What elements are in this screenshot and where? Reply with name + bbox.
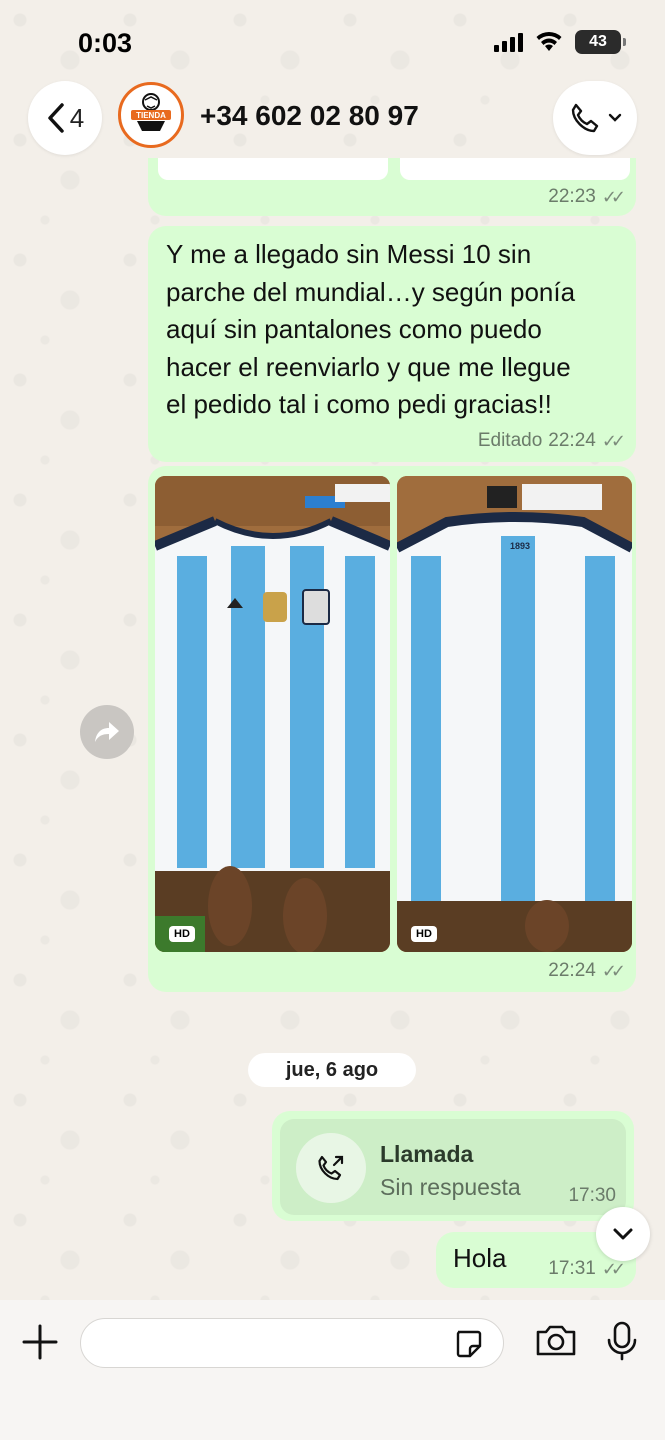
- avatar-text: TIENDA: [136, 111, 166, 120]
- message-text: Hola: [453, 1243, 507, 1273]
- missed-call-icon: [296, 1133, 366, 1203]
- call-button[interactable]: [553, 81, 637, 155]
- photo-shirt-back[interactable]: 1893 HD: [397, 476, 632, 952]
- back-button[interactable]: 4: [28, 81, 102, 155]
- message-bubble[interactable]: HD 1893 HD 22:24 ✓✓: [148, 466, 636, 992]
- message-composer: [0, 1300, 665, 1440]
- battery-icon: 43: [575, 30, 626, 54]
- image-thumbnail-bottom: [158, 158, 388, 180]
- shirt-back-image: 1893: [397, 476, 632, 952]
- unread-count: 4: [69, 102, 85, 133]
- camera-icon[interactable]: [534, 1322, 578, 1358]
- message-line: hacer el reenviarlo y que me llegue: [166, 351, 571, 382]
- wifi-icon: [536, 31, 562, 51]
- status-icons: 43: [494, 30, 626, 54]
- message-time: 22:24: [548, 960, 596, 981]
- forward-button[interactable]: [80, 705, 134, 759]
- shirt-front-image: [155, 476, 390, 952]
- status-bar: 0:03 43: [0, 0, 665, 80]
- message-time: 17:30: [568, 1185, 616, 1206]
- message-line: aquí sin pantalones como puedo: [166, 314, 542, 344]
- edited-label: Editado: [477, 430, 543, 451]
- message-line: el pedido tal i como pedi gracias!!: [166, 389, 552, 419]
- scroll-to-bottom-button[interactable]: [596, 1207, 650, 1261]
- sticker-icon[interactable]: [452, 1328, 484, 1360]
- store-logo-icon: TIENDA: [124, 88, 178, 142]
- chat-header: 4 TIENDA +34 602 02 80 97: [0, 78, 665, 158]
- microphone-icon[interactable]: [605, 1320, 639, 1362]
- message-meta: 17:31 ✓✓: [548, 1258, 626, 1280]
- shirt-back-number: 1893: [510, 541, 530, 551]
- call-title: Llamada: [380, 1141, 474, 1167]
- attach-plus-icon[interactable]: [20, 1322, 60, 1362]
- status-time: 0:03: [78, 28, 133, 58]
- call-message[interactable]: Llamada Sin respuesta 17:30: [272, 1111, 634, 1221]
- message-time: 17:31: [548, 1258, 596, 1279]
- read-receipt-icon: ✓✓: [601, 1258, 626, 1279]
- message-bubble[interactable]: 22:23 ✓✓: [148, 158, 636, 216]
- message-text: Y me a llegado sin Messi 10 sin parche d…: [166, 236, 575, 424]
- read-receipt-icon: ✓✓: [601, 960, 626, 981]
- hd-badge: HD: [411, 926, 437, 942]
- hd-badge: HD: [169, 926, 195, 942]
- message-bubble[interactable]: Y me a llegado sin Messi 10 sin parche d…: [148, 226, 636, 462]
- message-time: 22:24: [548, 430, 596, 451]
- chevron-down-icon: [608, 113, 622, 122]
- message-line: parche del mundial…y según ponía: [166, 276, 576, 307]
- message-meta: 17:30: [568, 1185, 616, 1207]
- date-separator: jue, 6 ago: [248, 1053, 416, 1087]
- image-thumbnail-bottom: [400, 158, 630, 180]
- message-meta: 22:23 ✓✓: [548, 186, 626, 208]
- contact-avatar[interactable]: TIENDA: [118, 82, 184, 148]
- message-time: 22:23: [548, 186, 596, 207]
- phone-icon: [571, 103, 599, 133]
- message-line: Y me a llegado sin Messi 10 sin: [166, 239, 532, 269]
- forward-icon: [95, 722, 119, 742]
- message-meta: Editado 22:24 ✓✓: [477, 430, 626, 452]
- contact-name[interactable]: +34 602 02 80 97: [200, 100, 419, 132]
- call-status: Sin respuesta: [380, 1174, 521, 1200]
- read-receipt-icon: ✓✓: [601, 186, 626, 207]
- message-input[interactable]: [80, 1318, 504, 1368]
- message-meta: 22:24 ✓✓: [548, 960, 626, 982]
- cellular-signal-icon: [494, 32, 523, 52]
- chevron-left-icon: [48, 103, 64, 133]
- chevron-down-icon: [613, 1228, 633, 1240]
- photo-shirt-front[interactable]: HD: [155, 476, 390, 952]
- read-receipt-icon: ✓✓: [601, 430, 626, 451]
